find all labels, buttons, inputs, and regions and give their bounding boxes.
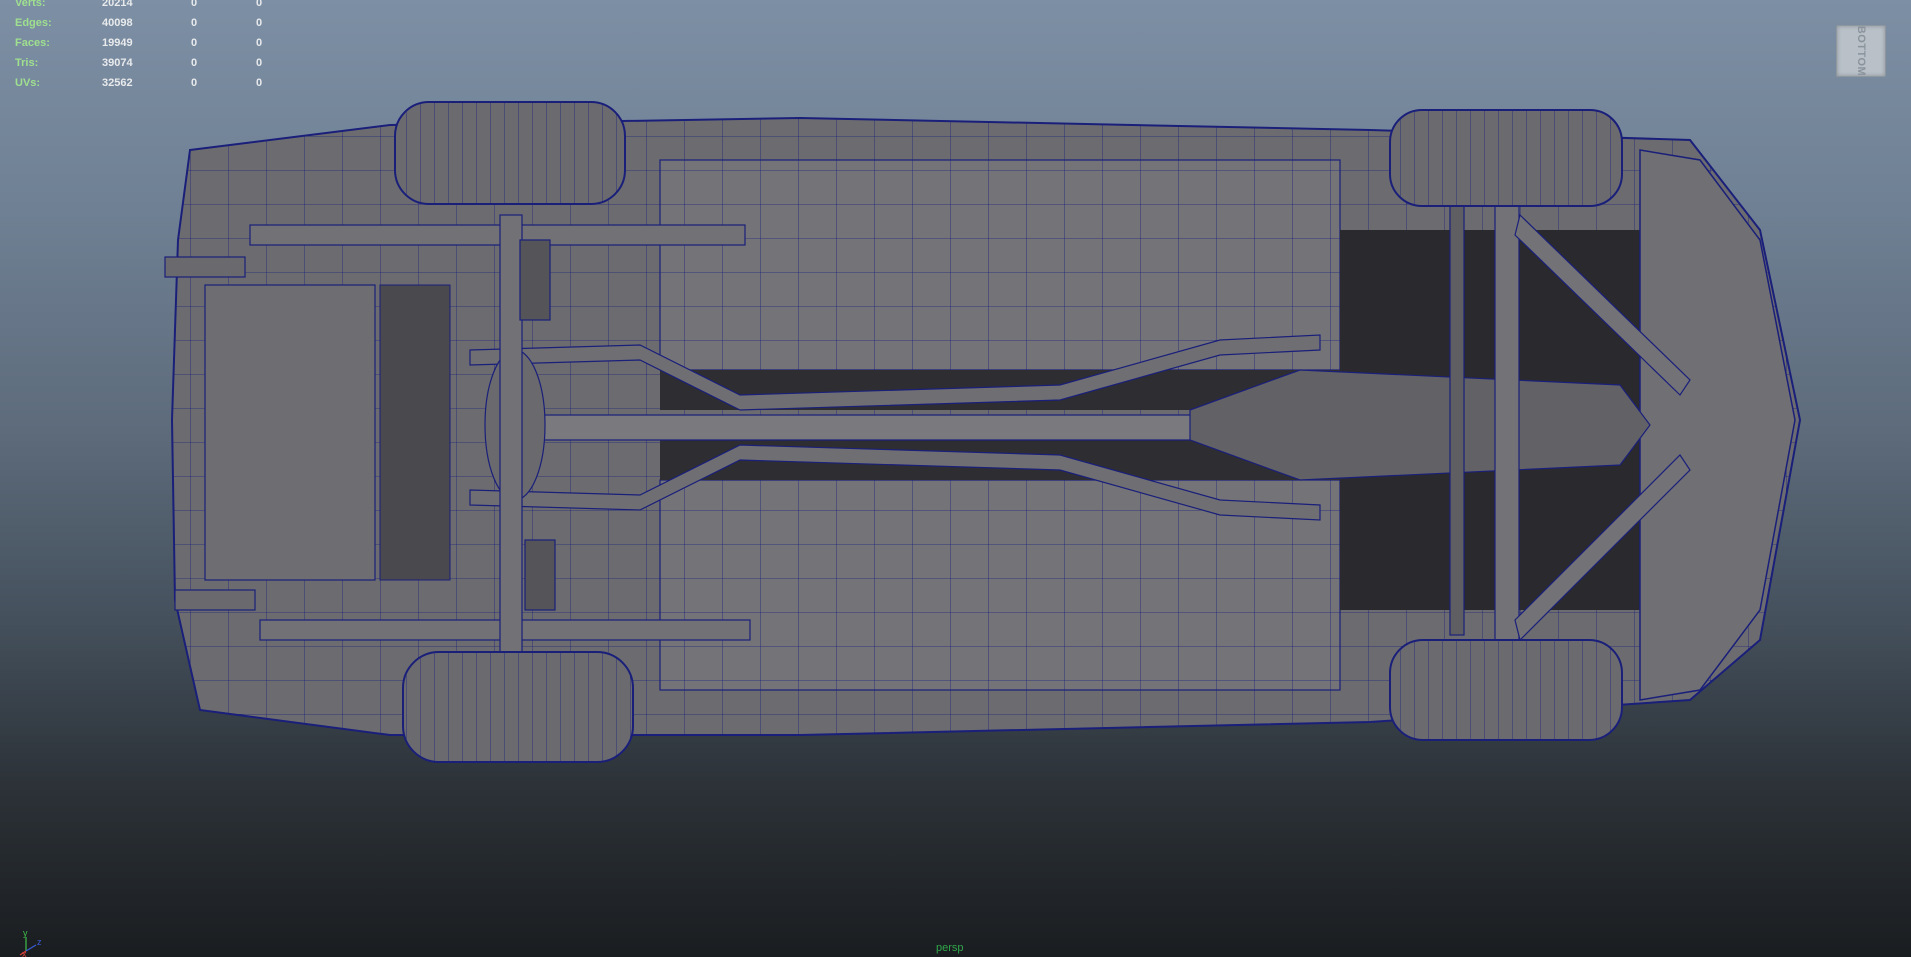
viewcube[interactable]: BOTTOM <box>1836 25 1886 77</box>
rear-right-wheel[interactable] <box>402 651 634 763</box>
axis-x-label: x <box>22 949 27 957</box>
viewcube-face-label: BOTTOM <box>1855 25 1867 77</box>
axis-y-label: y <box>23 928 28 938</box>
front-left-wheel[interactable] <box>1389 109 1623 207</box>
front-right-wheel[interactable] <box>1389 639 1623 741</box>
car-underside-model[interactable] <box>0 0 1911 957</box>
rear-left-wheel[interactable] <box>394 101 626 205</box>
camera-name-label: persp <box>936 942 964 954</box>
axis-z-label: z <box>37 937 42 947</box>
axis-gizmo-icon: y z x <box>19 928 42 957</box>
